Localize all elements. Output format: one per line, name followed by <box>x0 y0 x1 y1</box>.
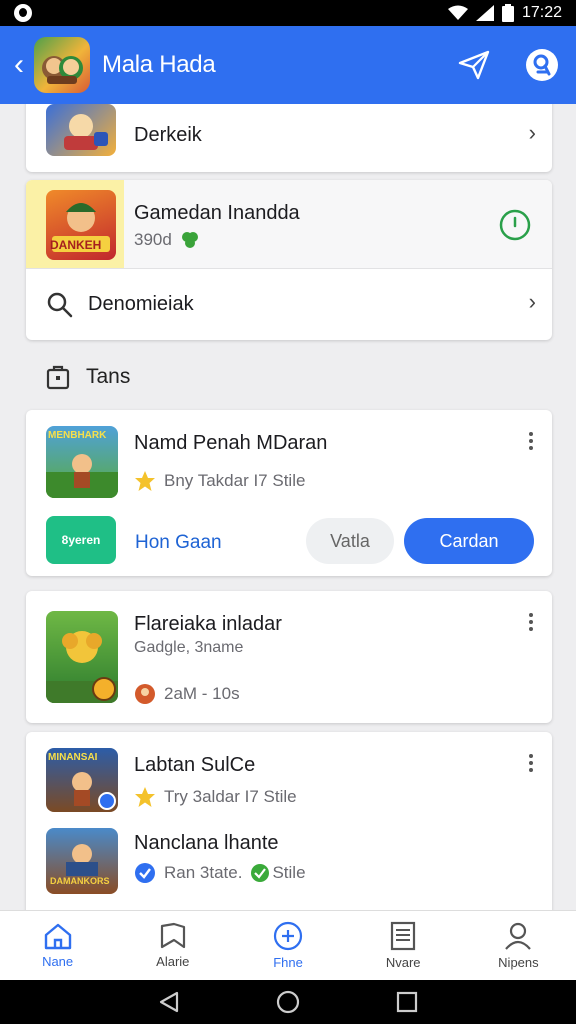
card-title: Labtan SulCe <box>134 754 256 776</box>
nav-item-home[interactable]: Nane <box>0 911 115 980</box>
person-icon <box>505 922 532 950</box>
list-item-title: Denomieiak <box>88 293 194 315</box>
search-icon <box>46 291 74 324</box>
home-circle-icon[interactable] <box>275 989 301 1015</box>
star-icon <box>135 471 155 491</box>
app-bar: ‹ Mala Hada <box>0 26 576 104</box>
primary-button[interactable]: Cardan <box>404 518 534 564</box>
app-thumbnail: 8yeren <box>46 516 116 564</box>
app-thumbnail <box>46 104 116 156</box>
card-subtitle: Try 3aldar I7 Stile <box>134 786 297 808</box>
profile-search-icon[interactable] <box>522 45 562 85</box>
document-icon <box>391 921 416 951</box>
nav-item-nipens[interactable]: Nipens <box>461 911 576 980</box>
main-content: Derkeik › DANKEH Gamedan Inandda 390d De… <box>0 104 576 910</box>
bookmark-icon <box>160 922 185 949</box>
more-options-icon[interactable] <box>528 432 534 450</box>
card-title: Namd Penah MDaran <box>134 432 328 454</box>
list-item[interactable]: Derkeik › <box>26 104 552 172</box>
clover-icon <box>181 232 198 248</box>
nav-item-fhne[interactable]: Fhne <box>230 911 345 980</box>
status-bar: 17:22 <box>0 0 576 26</box>
list-card: DANKEH Gamedan Inandda 390d Denomieiak › <box>26 180 552 340</box>
more-options-icon[interactable] <box>528 613 534 631</box>
recents-square-icon[interactable] <box>395 990 419 1014</box>
app-thumbnail: DANKEH <box>46 190 116 260</box>
section-title: Tans <box>86 365 131 388</box>
game-thumbnail: MINANSAI <box>46 748 118 812</box>
section-header: Tans <box>46 364 130 390</box>
card-meta: 2aM - 10s <box>134 683 240 705</box>
plus-circle-icon <box>273 921 303 951</box>
game-card[interactable]: MENBHARK Namd Penah MDaran Bny Takdar I7… <box>26 410 552 576</box>
bottom-navigation: Nane Alarie Fhne Nvare Nipens <box>0 910 576 980</box>
card-link[interactable]: Hon Gaan <box>135 532 222 554</box>
card-title: Flareiaka inladar <box>134 613 282 635</box>
send-icon[interactable] <box>454 45 494 85</box>
list-item-title: Gamedan Inandda <box>134 202 300 224</box>
wifi-icon <box>447 5 468 20</box>
secondary-button[interactable]: Vatla <box>306 518 394 564</box>
card-title: Nanclana lhante <box>134 832 279 854</box>
chevron-right-icon[interactable]: › <box>529 289 536 315</box>
signal-icon <box>475 5 494 21</box>
verified-icon <box>135 863 155 883</box>
nav-item-alarie[interactable]: Alarie <box>115 911 230 980</box>
card-subtitle: Ran 3tate. Stile <box>134 862 306 884</box>
nav-item-nvare[interactable]: Nvare <box>346 911 461 980</box>
list-item[interactable]: DANKEH Gamedan Inandda 390d <box>26 180 552 268</box>
status-time: 17:22 <box>521 4 562 21</box>
power-icon[interactable] <box>498 208 532 247</box>
briefcase-icon <box>46 365 70 390</box>
list-item-subtitle: 390d <box>134 230 200 250</box>
chevron-left-icon[interactable]: ‹ <box>14 50 32 80</box>
list-item-title: Derkeik <box>134 124 202 146</box>
game-thumbnail: MENBHARK <box>46 426 118 498</box>
system-navigation-bar <box>0 980 576 1024</box>
game-thumbnail: DAMANKORS <box>46 828 118 894</box>
back-triangle-icon[interactable] <box>157 990 181 1014</box>
star-icon <box>135 787 155 807</box>
game-card[interactable]: Flareiaka inladar Gadgle, 3name 2aM - 10… <box>26 591 552 723</box>
list-item[interactable]: Denomieiak › <box>26 269 552 340</box>
more-options-icon[interactable] <box>528 754 534 772</box>
chevron-right-icon[interactable]: › <box>529 120 536 146</box>
battery-icon <box>501 4 514 22</box>
check-circle-icon <box>251 864 270 882</box>
app-logo <box>34 37 90 93</box>
card-subtitle: Gadgle, 3name <box>134 639 244 656</box>
page-title: Mala Hada <box>102 51 216 78</box>
game-card[interactable]: MINANSAI Labtan SulCe Try 3aldar I7 Stil… <box>26 732 552 910</box>
game-thumbnail <box>46 611 118 703</box>
game-badge-icon <box>92 677 116 701</box>
home-icon <box>44 923 71 950</box>
app-notification-icon <box>14 4 32 22</box>
thumb-label: DANKEH <box>50 238 102 252</box>
game-badge-icon <box>98 792 116 810</box>
card-subtitle: Bny Takdar I7 Stile <box>134 470 305 492</box>
avatar-icon <box>135 684 155 704</box>
